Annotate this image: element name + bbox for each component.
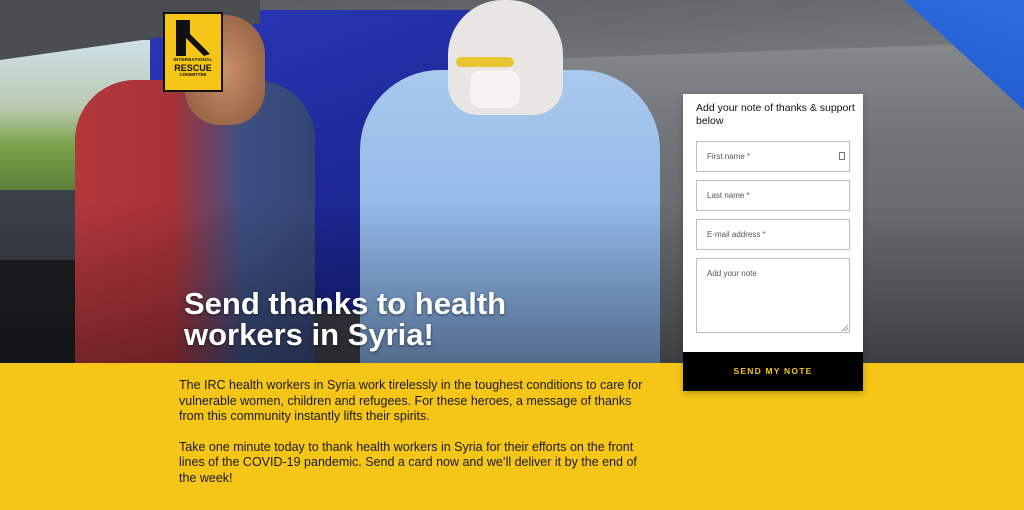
last-name-field[interactable]: Last name * <box>696 180 850 211</box>
last-name-placeholder: Last name * <box>707 191 750 200</box>
email-placeholder: E-mail address * <box>707 230 766 239</box>
note-textarea[interactable]: Add your note <box>696 258 850 333</box>
note-placeholder: Add your note <box>707 269 757 278</box>
contact-card-icon[interactable] <box>839 152 845 160</box>
irc-logo-mark-icon <box>176 20 210 56</box>
body-paragraph-1: The IRC health workers in Syria work tir… <box>179 378 643 423</box>
logo-line-international: INTERNATIONAL <box>173 57 213 62</box>
first-name-placeholder: First name * <box>707 152 751 161</box>
health-worker-goggles <box>456 57 514 67</box>
form-title: Add your note of thanks & support below <box>696 102 855 127</box>
email-field[interactable]: E-mail address * <box>696 219 850 250</box>
send-note-button[interactable]: SEND MY NOTE <box>683 352 863 391</box>
logo-line-committee: COMMITTEE <box>179 71 207 77</box>
thank-you-form: Add your note of thanks & support below … <box>683 94 863 391</box>
health-worker-mask <box>470 70 520 108</box>
body-paragraph-2: Take one minute today to thank health wo… <box>179 439 637 485</box>
resize-grip-icon[interactable] <box>842 325 848 331</box>
first-name-field[interactable]: First name * <box>696 141 850 172</box>
page-headline: Send thanks to health workers in Syria! <box>184 286 507 352</box>
body-copy: The IRC health workers in Syria work tir… <box>179 378 649 501</box>
irc-logo[interactable]: INTERNATIONAL RESCUE COMMITTEE <box>163 12 223 92</box>
